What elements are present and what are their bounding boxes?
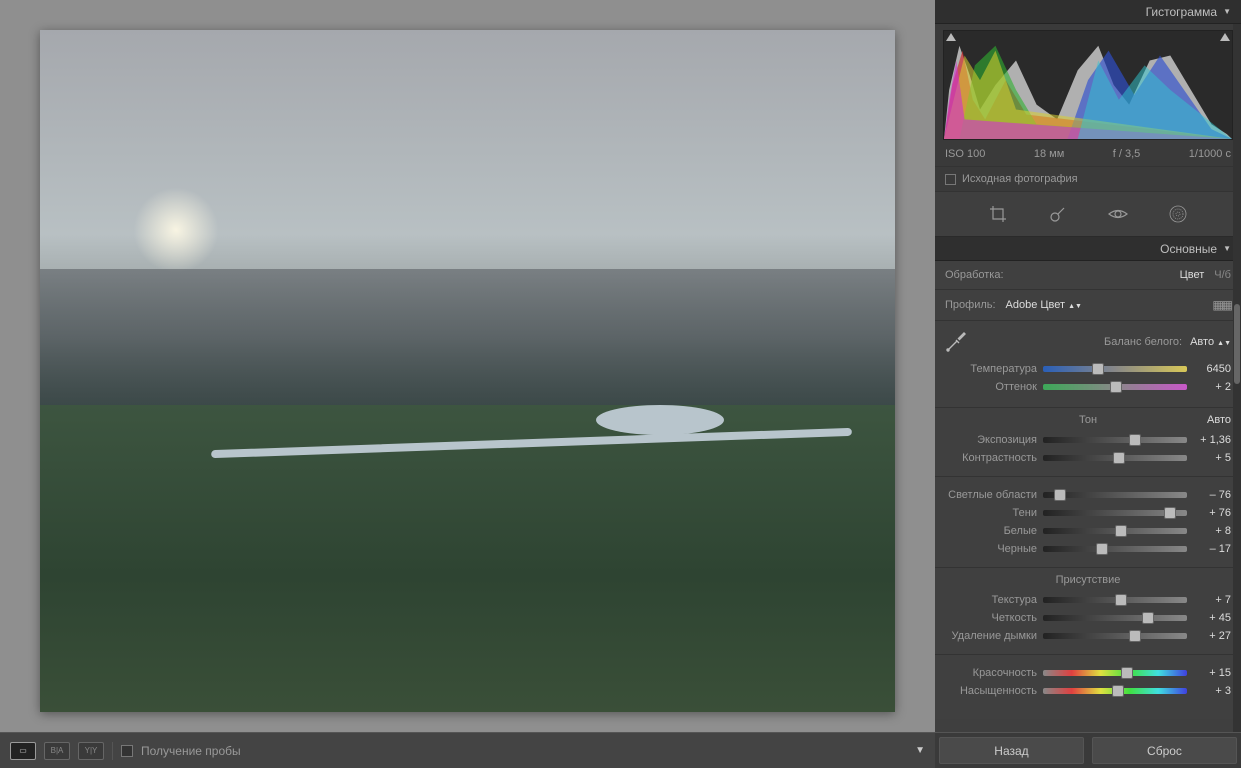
chevron-down-icon: ▼ xyxy=(1223,7,1231,16)
image-viewport[interactable] xyxy=(0,0,935,732)
texture-value[interactable]: + 7 xyxy=(1193,594,1231,606)
right-panel-scrollbar[interactable] xyxy=(1233,24,1241,732)
tool-strip xyxy=(935,192,1241,237)
shadows-label: Тени xyxy=(945,507,1037,519)
exposure-slider[interactable] xyxy=(1043,437,1187,443)
contrast-label: Контрастность xyxy=(945,452,1037,464)
wb-label: Баланс белого: xyxy=(1104,336,1182,348)
whites-slider[interactable] xyxy=(1043,528,1187,534)
temperature-slider[interactable] xyxy=(1043,366,1187,372)
crop-tool-icon[interactable] xyxy=(988,204,1008,224)
treatment-color[interactable]: Цвет xyxy=(1180,269,1205,281)
toolbar-collapse-icon[interactable]: ▼ xyxy=(915,745,925,756)
whites-label: Белые xyxy=(945,525,1037,537)
exposure-label: Экспозиция xyxy=(945,434,1037,446)
tint-value[interactable]: + 2 xyxy=(1193,381,1231,393)
temperature-value[interactable]: 6450 xyxy=(1193,363,1231,375)
highlights-label: Светлые области xyxy=(945,489,1037,501)
blacks-slider[interactable] xyxy=(1043,546,1187,552)
sampling-label: Получение пробы xyxy=(141,744,241,758)
exif-iso: ISO 100 xyxy=(945,148,985,160)
clarity-label: Четкость xyxy=(945,612,1037,624)
shadows-slider[interactable] xyxy=(1043,510,1187,516)
saturation-label: Насыщенность xyxy=(945,685,1037,697)
histogram-title: Гистограмма xyxy=(1146,5,1217,19)
right-panel: Гистограмма ▼ ISO 100 18 мм xyxy=(935,0,1241,768)
view-mode-compare-before-after-h[interactable]: B|A xyxy=(44,742,70,760)
white-balance-picker-icon[interactable] xyxy=(945,331,967,353)
treatment-bw[interactable]: Ч/б xyxy=(1214,269,1231,281)
histogram-panel-header[interactable]: Гистограмма ▼ xyxy=(935,0,1241,24)
exif-shutter: 1/1000 с xyxy=(1189,148,1231,160)
exif-info: ISO 100 18 мм f / 3,5 1/1000 с xyxy=(935,146,1241,166)
texture-label: Текстура xyxy=(945,594,1037,606)
reset-button[interactable]: Сброс xyxy=(1092,737,1237,764)
blacks-value[interactable]: – 17 xyxy=(1193,543,1231,555)
saturation-value[interactable]: + 3 xyxy=(1193,685,1231,697)
highlights-value[interactable]: – 76 xyxy=(1193,489,1231,501)
profile-select[interactable]: Adobe Цвет ▲▼ xyxy=(1006,299,1203,311)
dehaze-label: Удаление дымки xyxy=(945,630,1037,642)
view-mode-loupe[interactable]: ▭ xyxy=(10,742,36,760)
clarity-slider[interactable] xyxy=(1043,615,1187,621)
shadow-clipping-icon[interactable] xyxy=(946,33,956,41)
spot-removal-icon[interactable] xyxy=(1048,204,1068,224)
tint-slider[interactable] xyxy=(1043,384,1187,390)
histogram[interactable] xyxy=(943,30,1233,140)
exposure-value[interactable]: + 1,36 xyxy=(1193,434,1231,446)
clarity-value[interactable]: + 45 xyxy=(1193,612,1231,624)
dehaze-slider[interactable] xyxy=(1043,633,1187,639)
profile-label: Профиль: xyxy=(945,299,996,311)
back-button[interactable]: Назад xyxy=(939,737,1084,764)
toolbar-bottom: ▭ B|A Y|Y Получение пробы ▼ xyxy=(0,732,935,768)
basic-title: Основные xyxy=(1160,242,1217,256)
whites-value[interactable]: + 8 xyxy=(1193,525,1231,537)
wb-preset-select[interactable]: Авто ▲▼ xyxy=(1190,336,1231,348)
dehaze-value[interactable]: + 27 xyxy=(1193,630,1231,642)
temperature-label: Температура xyxy=(945,363,1037,375)
highlights-slider[interactable] xyxy=(1043,492,1187,498)
texture-slider[interactable] xyxy=(1043,597,1187,603)
photo-preview xyxy=(40,30,895,712)
tint-label: Оттенок xyxy=(945,381,1037,393)
sampling-checkbox[interactable] xyxy=(121,745,133,757)
scrollbar-thumb[interactable] xyxy=(1234,304,1240,384)
exif-focal: 18 мм xyxy=(1034,148,1064,160)
saturation-slider[interactable] xyxy=(1043,688,1187,694)
original-photo-label: Исходная фотография xyxy=(962,173,1078,185)
highlight-clipping-icon[interactable] xyxy=(1220,33,1230,41)
contrast-slider[interactable] xyxy=(1043,455,1187,461)
vibrance-slider[interactable] xyxy=(1043,670,1187,676)
tone-section-title: Тон xyxy=(1079,414,1097,426)
basic-panel-header[interactable]: Основные ▼ xyxy=(935,237,1241,261)
profile-browser-icon[interactable]: ▦▦ xyxy=(1212,298,1231,312)
tone-auto-button[interactable]: Авто xyxy=(1207,414,1231,426)
vibrance-value[interactable]: + 15 xyxy=(1193,667,1231,679)
masking-tool-icon[interactable] xyxy=(1168,204,1188,224)
treatment-label: Обработка: xyxy=(945,269,1004,281)
chevron-down-icon: ▼ xyxy=(1223,244,1231,253)
redeye-tool-icon[interactable] xyxy=(1108,204,1128,224)
contrast-value[interactable]: + 5 xyxy=(1193,452,1231,464)
exif-aperture: f / 3,5 xyxy=(1113,148,1141,160)
presence-section-title: Присутствие xyxy=(1056,574,1121,586)
view-mode-compare-before-after-v[interactable]: Y|Y xyxy=(78,742,104,760)
vibrance-label: Красочность xyxy=(945,667,1037,679)
shadows-value[interactable]: + 76 xyxy=(1193,507,1231,519)
original-photo-checkbox[interactable] xyxy=(945,174,956,185)
blacks-label: Черные xyxy=(945,543,1037,555)
